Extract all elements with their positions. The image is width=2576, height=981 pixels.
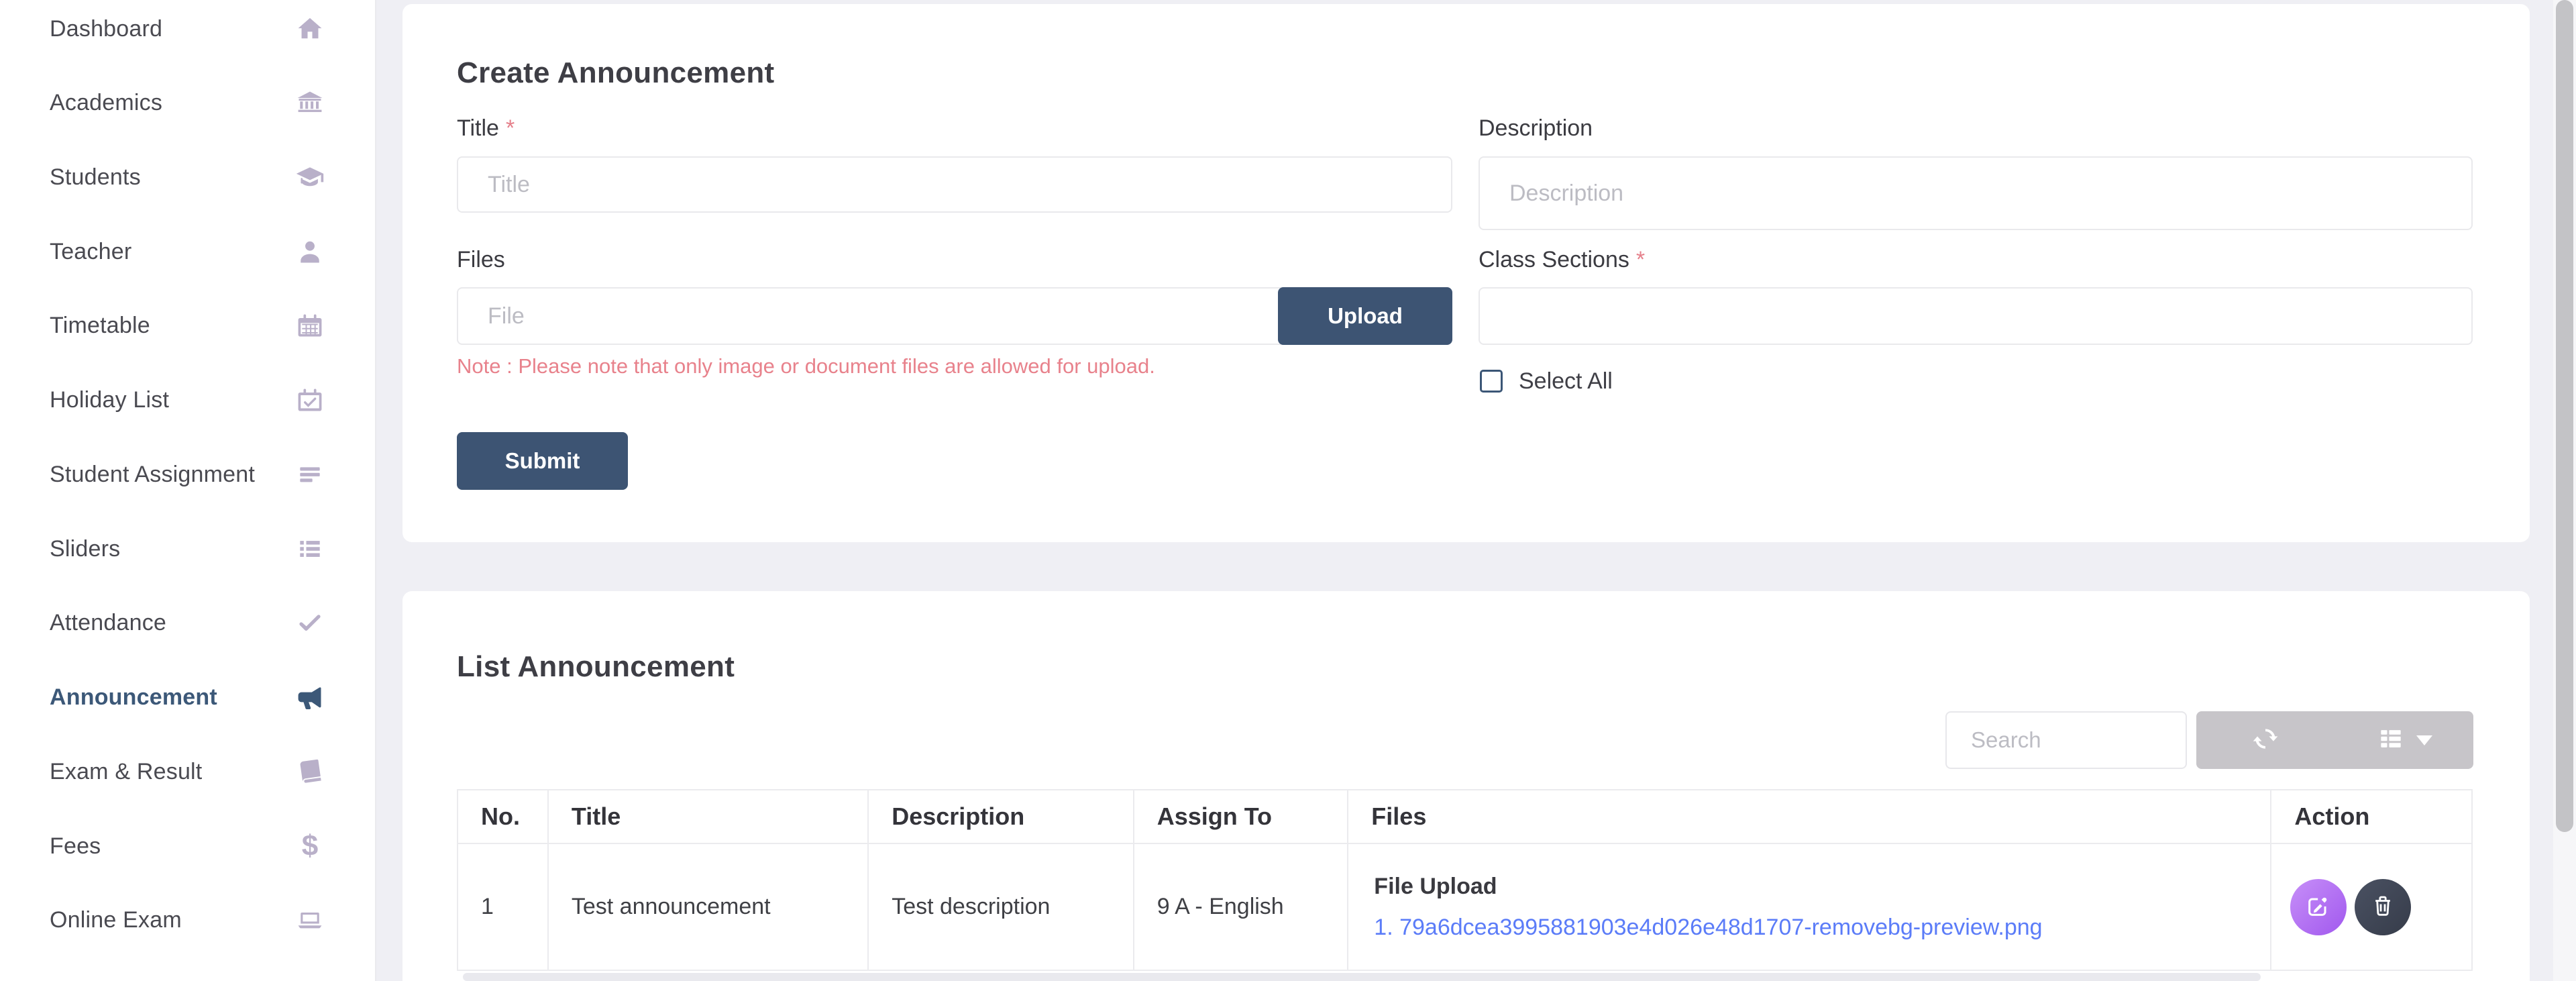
description-input[interactable] [1480, 158, 2471, 229]
col-header-no: No. [458, 790, 549, 843]
columns-button[interactable] [2335, 711, 2474, 769]
trash-icon [2369, 892, 2396, 921]
sidebar-item-label: Fees [50, 833, 101, 860]
table-toolbar [2196, 711, 2473, 769]
announcement-table: No. Title Description Assign To Files Ac… [457, 789, 2473, 971]
files-label: Files [457, 247, 505, 273]
edit-button[interactable] [2290, 879, 2347, 935]
sidebar-item-academics[interactable]: Academics [0, 66, 375, 140]
sidebar-item-label: Holiday List [50, 387, 169, 413]
sidebar-item-student-assignment[interactable]: Student Assignment [0, 437, 375, 511]
title-input-box [457, 156, 1452, 213]
search-input[interactable] [1947, 713, 2186, 768]
laptop-icon [294, 905, 325, 935]
list-lines-icon [294, 459, 325, 490]
book-icon [294, 756, 325, 787]
horizontal-scrollbar[interactable] [463, 973, 2261, 981]
create-announcement-title: Create Announcement [457, 56, 774, 90]
class-sections-label: Class Sections* [1479, 247, 1645, 273]
vertical-scrollbar-thumb[interactable] [2556, 0, 2573, 832]
sidebar-item-online-exam[interactable]: Online Exam [0, 883, 375, 957]
table-row: 1 Test announcement Test description 9 A… [458, 844, 2471, 971]
chevron-down-icon [2416, 735, 2432, 745]
home-icon [294, 13, 325, 44]
file-link[interactable]: 1. 79a6dcea3995881903e4d026e48d1707-remo… [1374, 915, 2042, 941]
col-header-assign-to: Assign To [1134, 790, 1349, 843]
sidebar-item-label: Exam & Result [50, 759, 202, 785]
upload-button[interactable]: Upload [1278, 287, 1452, 345]
title-input[interactable] [458, 158, 1451, 211]
select-all-checkbox[interactable] [1480, 370, 1503, 393]
select-all-label: Select All [1519, 368, 1613, 395]
sidebar-item-label: Student Assignment [50, 462, 255, 488]
sidebar-item-sliders[interactable]: Sliders [0, 512, 375, 586]
calendar-check-icon [294, 384, 325, 415]
vertical-scrollbar-track[interactable] [2553, 0, 2576, 981]
create-announcement-card: Create Announcement Title* Description G… [402, 4, 2530, 542]
file-upload-label: File Upload [1374, 874, 1497, 900]
col-header-action: Action [2271, 790, 2471, 843]
bullhorn-icon [294, 682, 325, 713]
list-icon [294, 533, 325, 564]
sidebar-item-label: Timetable [50, 313, 150, 339]
graduation-cap-icon [294, 162, 325, 193]
cell-title: Test announcement [549, 844, 869, 970]
refresh-button[interactable] [2196, 711, 2335, 769]
col-header-description: Description [869, 790, 1134, 843]
dollar-icon: $ [294, 831, 325, 862]
required-asterisk: * [506, 115, 515, 141]
sidebar-item-label: Online Exam [50, 907, 182, 933]
submit-button[interactable]: Submit [457, 432, 628, 490]
col-header-files: Files [1348, 790, 2271, 843]
sidebar-item-label: Teacher [50, 239, 131, 265]
col-header-title: Title [549, 790, 869, 843]
calendar-icon [294, 310, 325, 341]
sidebar-item-announcement[interactable]: Announcement [0, 660, 375, 734]
search-box [1945, 711, 2187, 769]
title-label: Title* [457, 115, 515, 142]
check-icon [294, 607, 325, 638]
upload-note: Note : Please note that only image or do… [457, 354, 1155, 378]
cell-action [2271, 844, 2471, 970]
table-header-row: No. Title Description Assign To Files Ac… [458, 790, 2471, 844]
columns-list-icon [2376, 724, 2406, 757]
sidebar-item-exam-result[interactable]: Exam & Result [0, 735, 375, 809]
refresh-icon [2251, 724, 2280, 757]
sidebar-item-holiday-list[interactable]: Holiday List [0, 363, 375, 437]
cell-no: 1 [458, 844, 549, 970]
cell-files: File Upload 1. 79a6dcea3995881903e4d026e… [1348, 844, 2271, 970]
sidebar-item-students[interactable]: Students [0, 140, 375, 214]
class-sections-input-box [1479, 287, 2473, 345]
list-announcement-card: List Announcement No. Title Description … [402, 591, 2530, 981]
user-icon [294, 236, 325, 267]
sidebar-item-label: Academics [50, 90, 162, 116]
list-announcement-title: List Announcement [457, 650, 735, 684]
sidebar-item-label: Announcement [50, 684, 217, 711]
sidebar-item-teacher[interactable]: Teacher [0, 215, 375, 289]
description-input-box [1479, 156, 2473, 230]
cell-assign-to: 9 A - English [1134, 844, 1349, 970]
bank-icon [294, 87, 325, 118]
delete-button[interactable] [2355, 879, 2411, 935]
sidebar-item-label: Attendance [50, 610, 166, 636]
sidebar-item-timetable[interactable]: Timetable [0, 289, 375, 362]
description-label: Description [1479, 115, 1593, 142]
sidebar-item-fees[interactable]: Fees $ [0, 809, 375, 883]
required-asterisk: * [1636, 247, 1645, 272]
sidebar-item-label: Students [50, 164, 141, 191]
sidebar-item-label: Sliders [50, 536, 120, 562]
edit-icon [2305, 892, 2332, 921]
cell-description: Test description [869, 844, 1134, 970]
sidebar: Dashboard Academics Students Teacher Tim… [0, 0, 376, 981]
sidebar-item-attendance[interactable]: Attendance [0, 586, 375, 660]
sidebar-item-dashboard[interactable]: Dashboard [0, 0, 375, 66]
class-sections-input[interactable] [1480, 289, 2471, 344]
sidebar-item-label: Dashboard [50, 16, 162, 42]
